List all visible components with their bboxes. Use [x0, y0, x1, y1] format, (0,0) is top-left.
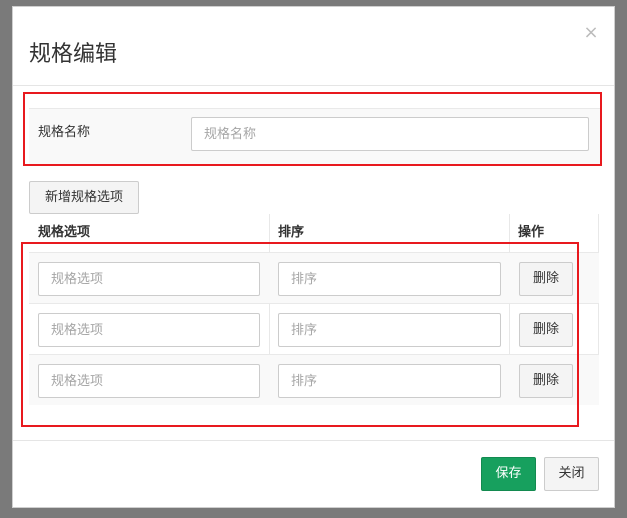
save-button[interactable]: 保存: [481, 457, 536, 491]
close-button[interactable]: 关闭: [544, 457, 599, 491]
dialog-title: 规格编辑: [29, 42, 118, 67]
sort-input[interactable]: [278, 313, 501, 347]
spec-option-input[interactable]: [38, 262, 260, 296]
footer-divider: [13, 440, 614, 441]
header-actions: 操作: [518, 225, 545, 240]
delete-button[interactable]: 删除: [519, 364, 573, 398]
spec-name-input[interactable]: [191, 117, 589, 151]
close-icon[interactable]: ×: [581, 23, 601, 43]
spec-edit-dialog: 规格编辑 × 规格名称 新增规格选项 规格选项 排序 操作 删除 删除 删除 保…: [12, 6, 615, 508]
sort-input[interactable]: [278, 262, 501, 296]
spec-option-input[interactable]: [38, 313, 260, 347]
delete-button[interactable]: 删除: [519, 313, 573, 347]
add-spec-option-button[interactable]: 新增规格选项: [29, 181, 139, 214]
delete-button[interactable]: 删除: [519, 262, 573, 296]
spec-option-input[interactable]: [38, 364, 260, 398]
sort-input[interactable]: [278, 364, 501, 398]
spec-name-label: 规格名称: [38, 125, 91, 140]
header-spec-option: 规格选项: [38, 225, 91, 240]
header-sort: 排序: [278, 225, 305, 240]
header-divider: [13, 85, 614, 86]
